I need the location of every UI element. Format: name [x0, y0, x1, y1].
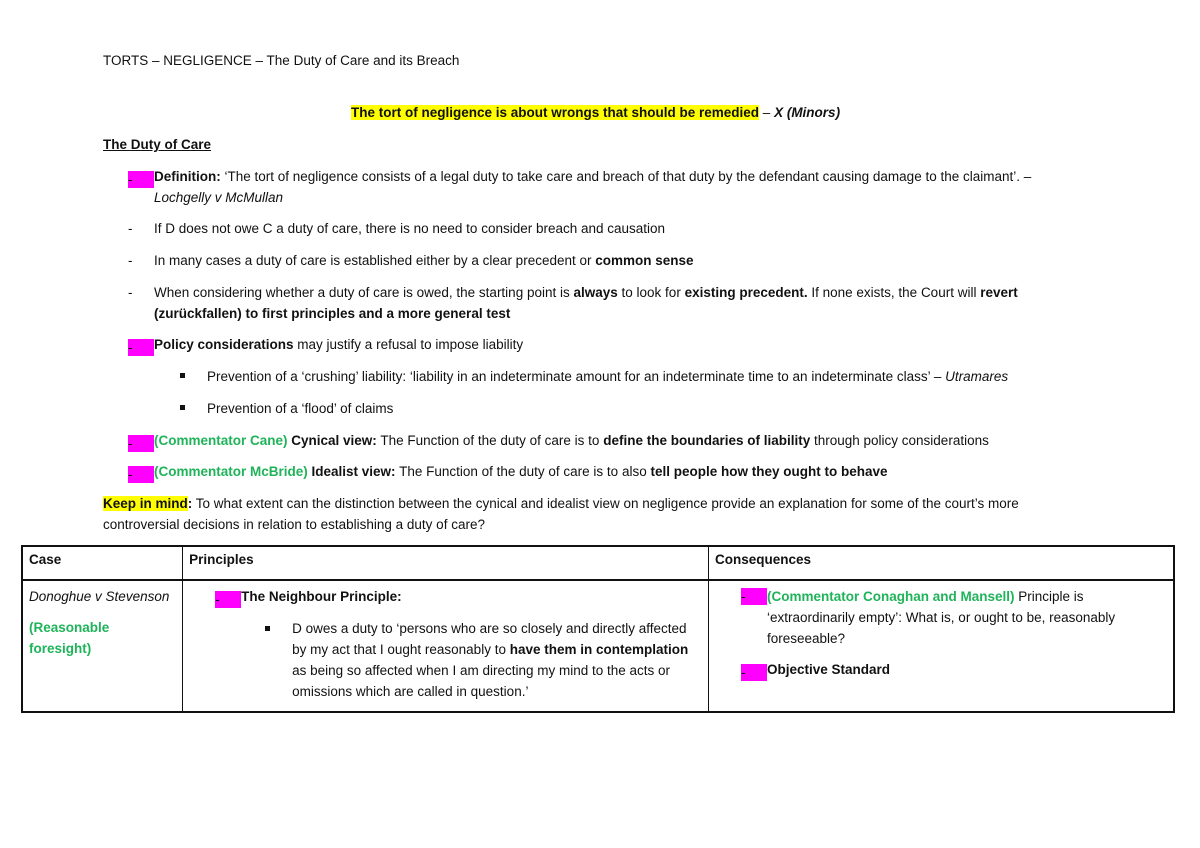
- bullet-dash: -: [128, 221, 133, 236]
- cell-case: Donoghue v Stevenson (Reasonable foresig…: [21, 579, 184, 713]
- sub-item-crushing: Prevention of a ‘crushing’ liability: ‘l…: [180, 369, 1008, 384]
- header-case: Case: [21, 545, 184, 581]
- crushing-text: Prevention of a ‘crushing’ liability: ‘l…: [207, 369, 946, 384]
- cane-commentator: (Commentator Cane): [154, 433, 288, 448]
- case-name: Donoghue v Stevenson: [29, 589, 170, 604]
- list-item-policy: - Policy considerations may justify a ref…: [128, 337, 523, 356]
- cane-text-2: through policy considerations: [810, 433, 989, 448]
- bullet-dash: -: [128, 285, 133, 300]
- list-item-considering: - When considering whether a duty of care…: [128, 285, 1018, 300]
- considering-bold-3: revert: [980, 285, 1018, 300]
- principle-quote: D owes a duty to ‘persons who are so clo…: [292, 618, 692, 702]
- consequence-item: - Objective Standard: [741, 659, 1167, 681]
- definition-source: Lochgelly v McMullan: [154, 190, 284, 205]
- sub-item-flood: Prevention of a ‘flood’ of claims: [180, 401, 393, 416]
- considering-text-1: When considering whether a duty of care …: [154, 285, 574, 300]
- bullet-dash-highlighted: -: [741, 664, 767, 681]
- many-cases-text: In many cases a duty of care is establis…: [154, 253, 596, 268]
- cane-text-1: The Function of the duty of care is to: [376, 433, 604, 448]
- bullet-dash-highlighted: -: [741, 588, 767, 605]
- bullet-dash-highlighted: -: [215, 591, 242, 608]
- bullet-dash-highlighted: -: [128, 171, 154, 188]
- cane-label: Cynical view:: [287, 433, 377, 448]
- bullet-dash-highlighted: -: [128, 466, 154, 483]
- list-item-cane: - (Commentator Cane) Cynical view: The Fu…: [128, 433, 989, 452]
- square-bullet-icon: [265, 626, 271, 631]
- consequence-commentator: (Commentator Conaghan and Mansell): [767, 589, 1015, 604]
- no-duty-text: If D does not owe C a duty of care, ther…: [154, 221, 666, 236]
- headline-quote-source: X (Minors): [774, 105, 841, 120]
- bullet-dash: -: [128, 253, 133, 268]
- principle-title: The Neighbour Principle:: [241, 589, 402, 604]
- considering-line-2: (zurückfallen) to first principles and a…: [154, 306, 511, 321]
- cell-consequences: - (Commentator Conaghan and Mansell) Pri…: [708, 579, 1175, 713]
- cell-principles: - The Neighbour Principle: D owes a duty …: [182, 579, 709, 713]
- headline-quote-text: The tort of negligence is about wrongs t…: [351, 105, 760, 120]
- principle-quote-item: D owes a duty to ‘persons who are so clo…: [215, 618, 702, 702]
- bullet-dash-highlighted: -: [128, 339, 154, 356]
- mcbride-text-1: The Function of the duty of care is to a…: [395, 464, 651, 479]
- policy-text: may justify a refusal to impose liabilit…: [293, 337, 524, 352]
- crushing-source: Utramares: [945, 369, 1009, 384]
- policy-bold: Policy considerations: [154, 337, 294, 352]
- principle-quote-text-2: as being so affected when I am directing…: [292, 663, 671, 699]
- considering-bold-2: existing precedent.: [684, 285, 808, 300]
- definition-label: Definition:: [154, 169, 221, 184]
- definition-text: ‘The tort of negligence consists of a le…: [220, 169, 1032, 184]
- keep-in-mind-line-1: To what extent can the distinction betwe…: [192, 496, 1019, 511]
- section-heading: The Duty of Care: [103, 137, 212, 152]
- headline-quote: The tort of negligence is about wrongs t…: [351, 105, 840, 120]
- many-cases-bold: common sense: [595, 253, 694, 268]
- cane-bold-1: define the boundaries of liability: [603, 433, 811, 448]
- mcbride-bold-1: tell people how they ought to behave: [650, 464, 888, 479]
- keep-in-mind-label: Keep in mind: [103, 496, 188, 511]
- header-consequences: Consequences: [708, 545, 1175, 581]
- list-item-mcbride: - (Commentator McBride) Idealist view: Th…: [128, 464, 887, 483]
- list-item-no-duty: - If D does not owe C a duty of care, the…: [128, 221, 665, 236]
- keep-in-mind: Keep in mind: To what extent can the dis…: [103, 496, 1019, 511]
- document-title: TORTS – NEGLIGENCE – The Duty of Care an…: [103, 53, 460, 68]
- square-bullet-icon: [180, 405, 185, 410]
- flood-text: Prevention of a ‘flood’ of claims: [207, 401, 394, 416]
- table-header-row: Case Principles Consequences: [21, 545, 1175, 581]
- header-principles: Principles: [182, 545, 709, 581]
- mcbride-commentator: (Commentator McBride): [154, 464, 308, 479]
- consequence-objective-standard: Objective Standard: [767, 662, 891, 677]
- consequence-item: - (Commentator Conaghan and Mansell) Pri…: [741, 586, 1167, 649]
- principle-quote-bold: have them in contemplation: [509, 642, 689, 657]
- keep-in-mind-line-2: controversial decisions in relation to e…: [103, 517, 485, 532]
- list-item-many-cases: - In many cases a duty of care is establi…: [128, 253, 694, 268]
- headline-quote-sep: –: [759, 105, 775, 120]
- bullet-dash-highlighted: -: [128, 435, 154, 452]
- considering-bold-1: always: [573, 285, 618, 300]
- cases-table: Case Principles Consequences Donoghue v …: [21, 545, 1175, 713]
- table-row: Donoghue v Stevenson (Reasonable foresig…: [21, 579, 1175, 713]
- mcbride-label: Idealist view:: [307, 464, 396, 479]
- considering-text-2: to look for: [617, 285, 685, 300]
- considering-text-3: If none exists, the Court will: [807, 285, 981, 300]
- case-note: (Reasonable foresight): [29, 620, 110, 656]
- list-item-definition: - Definition: ‘The tort of negligence con…: [128, 169, 1031, 188]
- principle-title-line: - The Neighbour Principle:: [215, 586, 702, 608]
- square-bullet-icon: [180, 373, 185, 378]
